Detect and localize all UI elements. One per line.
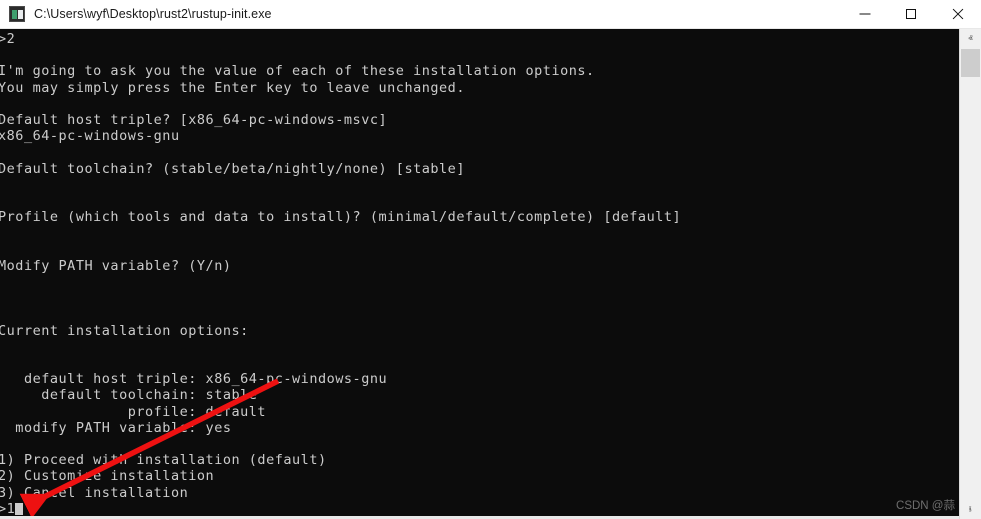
- console-transcript: >2 I'm going to ask you the value of eac…: [0, 31, 682, 517]
- console-output-area[interactable]: >2 I'm going to ask you the value of eac…: [0, 29, 959, 519]
- maximize-button[interactable]: [888, 0, 934, 29]
- vertical-scrollbar[interactable]: ⱏ ⱛ: [959, 29, 981, 519]
- window-titlebar[interactable]: C:\Users\wyf\Desktop\rust2\rustup-init.e…: [0, 0, 981, 29]
- block-cursor: [15, 502, 24, 515]
- minimize-icon: [859, 13, 871, 15]
- scrollbar-thumb[interactable]: [961, 49, 980, 77]
- console-app-icon: [9, 6, 25, 22]
- icon-green-block: [12, 10, 17, 19]
- scroll-up-button[interactable]: ⱏ: [960, 29, 981, 48]
- window-title: C:\Users\wyf\Desktop\rust2\rustup-init.e…: [34, 7, 272, 21]
- scroll-down-button[interactable]: ⱛ: [960, 500, 981, 519]
- icon-white-block: [18, 10, 23, 19]
- console-window: C:\Users\wyf\Desktop\rust2\rustup-init.e…: [0, 0, 981, 519]
- close-button[interactable]: [934, 0, 981, 29]
- chevron-down-icon: ⱛ: [968, 504, 973, 514]
- watermark-text: CSDN @蒜: [896, 500, 955, 512]
- console-text: >2 I'm going to ask you the value of eac…: [0, 31, 681, 517]
- minimize-button[interactable]: [842, 0, 888, 29]
- maximize-icon: [906, 9, 916, 19]
- chevron-up-icon: ⱏ: [968, 33, 973, 43]
